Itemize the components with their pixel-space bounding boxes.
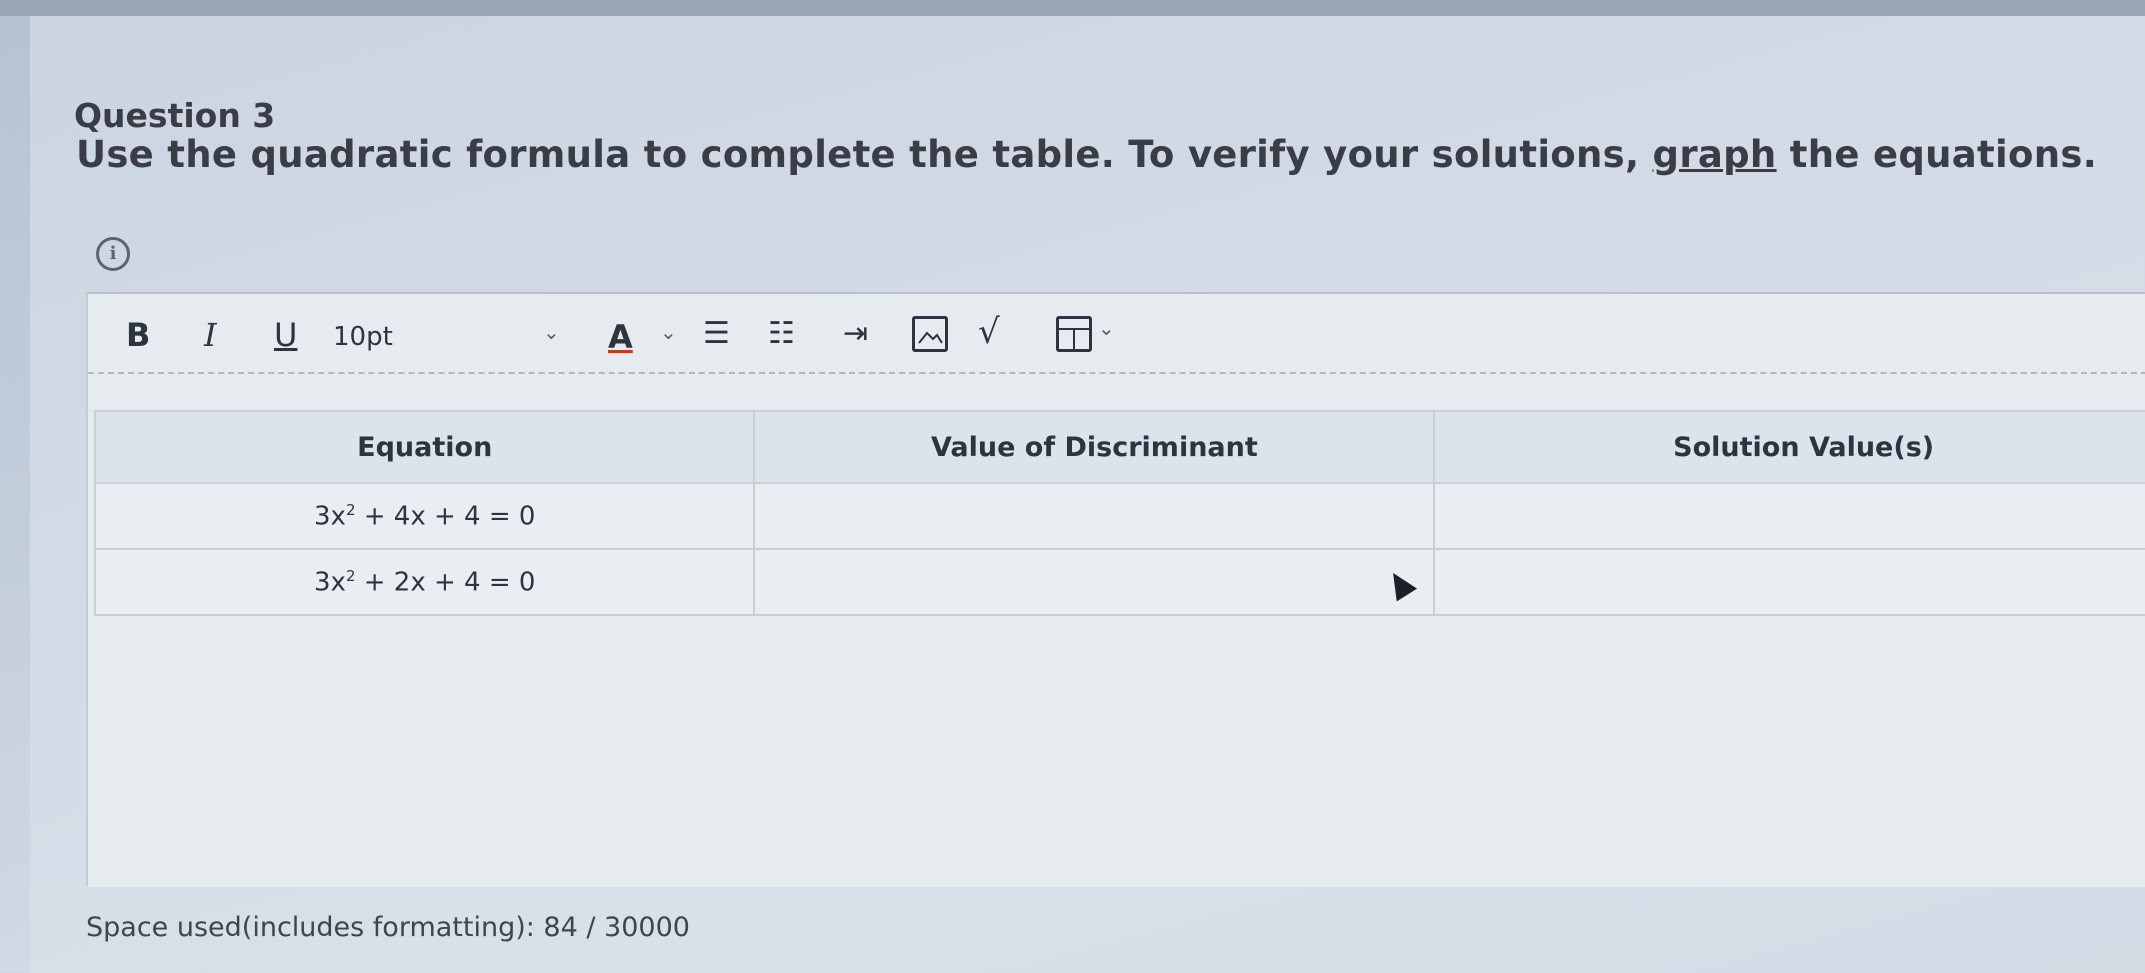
bullet-list-button[interactable]: ☰ xyxy=(703,316,730,351)
font-size-select[interactable]: 10pt xyxy=(333,322,393,352)
header-solutions: Solution Value(s) xyxy=(1433,410,2145,484)
rich-text-editor[interactable]: B I U 10pt ⌄ A ⌄ ☰ ☷ ⇥ √ ⌄ Equation Valu… xyxy=(86,292,2145,887)
prompt-text-before: Use the quadratic formula to complete th… xyxy=(76,133,1653,176)
question-prompt: Use the quadratic formula to complete th… xyxy=(76,133,2097,176)
equation-rest: + 4x + 4 = 0 xyxy=(355,501,536,532)
chevron-down-icon[interactable]: ⌄ xyxy=(660,320,677,344)
numbered-list-button[interactable]: ☷ xyxy=(768,316,795,351)
chevron-down-icon[interactable]: ⌄ xyxy=(543,320,560,344)
info-icon[interactable]: i xyxy=(96,237,130,271)
italic-button[interactable]: I xyxy=(204,316,217,354)
equation-term: 3x xyxy=(314,567,346,598)
equation-cell: 3x2 + 4x + 4 = 0 xyxy=(93,482,756,550)
solutions-cell[interactable] xyxy=(1433,548,2145,616)
text-color-button[interactable]: A xyxy=(608,318,633,356)
discriminant-cell[interactable] xyxy=(753,548,1436,616)
table-row: 3x2 + 4x + 4 = 0 xyxy=(93,482,2145,550)
table-icon[interactable] xyxy=(1056,316,1092,352)
chevron-down-icon[interactable]: ⌄ xyxy=(1098,316,1115,340)
answer-table: Equation Value of Discriminant Solution … xyxy=(93,410,2145,616)
equation-cell: 3x2 + 2x + 4 = 0 xyxy=(93,548,756,616)
underline-button[interactable]: U xyxy=(274,316,297,354)
table-header-row: Equation Value of Discriminant Solution … xyxy=(93,410,2145,484)
discriminant-cell[interactable] xyxy=(753,482,1436,550)
prompt-text-after: the equations. xyxy=(1776,133,2098,176)
header-discriminant: Value of Discriminant xyxy=(753,410,1436,484)
space-used-counter: Space used(includes formatting): 84 / 30… xyxy=(86,912,690,943)
table-row: 3x2 + 2x + 4 = 0 xyxy=(93,548,2145,616)
indent-button[interactable]: ⇥ xyxy=(843,316,868,351)
editor-toolbar: B I U 10pt ⌄ A ⌄ ☰ ☷ ⇥ √ ⌄ xyxy=(88,294,2145,374)
graph-link[interactable]: graph xyxy=(1653,133,1777,176)
equation-term: 3x xyxy=(314,501,346,532)
math-icon[interactable]: √ xyxy=(978,312,1000,352)
solutions-cell[interactable] xyxy=(1433,482,2145,550)
question-number: Question 3 xyxy=(74,96,276,135)
image-icon[interactable] xyxy=(912,316,948,352)
bold-button[interactable]: B xyxy=(126,316,150,354)
header-equation: Equation xyxy=(93,410,756,484)
equation-rest: + 2x + 4 = 0 xyxy=(355,567,536,598)
top-strip xyxy=(0,0,2145,16)
